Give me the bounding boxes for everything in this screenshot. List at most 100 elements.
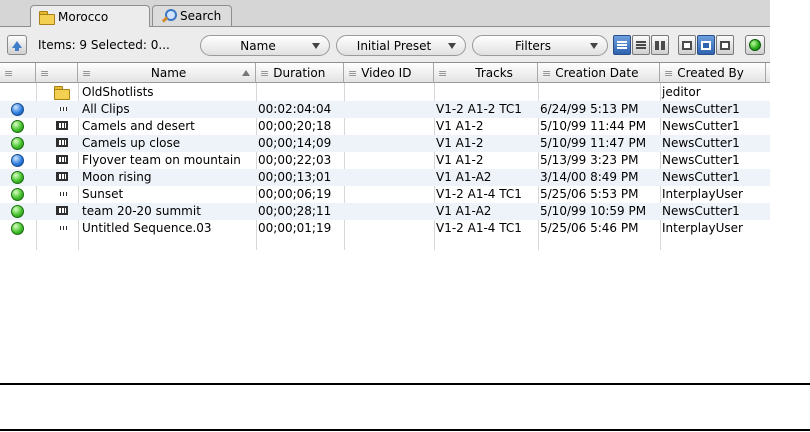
bin-panel: Morocco Search Items: 9 Selected: 0... N…: [0, 0, 770, 250]
cell-name: All Clips: [82, 102, 130, 116]
cell-duration: 00;00;06;19: [258, 187, 332, 201]
tab-bar: Morocco Search: [0, 0, 770, 27]
list-view-button[interactable]: [613, 35, 631, 55]
column-menu-icon: ≡: [82, 66, 92, 80]
column-header-tracks[interactable]: ≡ Tracks: [434, 63, 538, 83]
items-status: Items: 9 Selected: 0...: [38, 38, 170, 52]
chevron-down-icon: [312, 43, 320, 49]
green-status-icon: [11, 188, 24, 201]
tab-label: Morocco: [58, 9, 109, 24]
tab-search[interactable]: Search: [152, 5, 232, 26]
filters-dropdown-label: Filters: [515, 38, 551, 53]
column-header-created-by[interactable]: ≡ Created By: [660, 63, 766, 83]
clip-icon: [56, 121, 68, 130]
cell-creation-date: 3/14/00 8:49 PM: [540, 170, 639, 184]
column-header-creation-date[interactable]: ≡ Creation Date: [538, 63, 660, 83]
column-menu-icon: ≡: [542, 66, 552, 80]
cell-creation-date: 5/10/99 11:47 PM: [540, 136, 647, 150]
cell-name: Sunset: [82, 187, 124, 201]
frame-medium-icon: [701, 40, 711, 50]
cell-video-id: [344, 84, 434, 101]
cell-duration: 00;00;28;11: [258, 204, 332, 218]
cell-tracks: V1 A1-2: [436, 119, 484, 133]
table-row[interactable]: Flyover team on mountain 00;00;22;03 V1 A1…: [0, 152, 770, 169]
cell-creation-date: 5/13/99 3:23 PM: [540, 153, 639, 167]
search-icon: [161, 9, 177, 23]
compact-list-view-button[interactable]: [632, 35, 650, 55]
cell-created-by: NewsCutter1: [662, 204, 740, 218]
cell-duration: 00;00;20;18: [258, 119, 332, 133]
column-header-status[interactable]: ≡: [0, 63, 36, 83]
table-row[interactable]: Sunset 00;00;06;19 V1-2 A1-4 TC1 5/25/06 5:…: [0, 186, 770, 203]
frame-large-button[interactable]: [716, 35, 734, 55]
table-row[interactable]: Moon rising 00;00;13;01 V1 A1-A2 3/14/00 8:…: [0, 169, 770, 186]
table-row[interactable]: OldShotlists jeditor: [0, 84, 770, 101]
frame-medium-button[interactable]: [697, 35, 715, 55]
cell-created-by: NewsCutter1: [662, 119, 740, 133]
folder-icon: [39, 10, 55, 25]
table-row[interactable]: Camels and desert 00;00;20;18 V1 A1-2 5/10/…: [0, 118, 770, 135]
preset-dropdown[interactable]: Initial Preset: [336, 35, 466, 56]
cell-creation-date: 5/25/06 5:46 PM: [540, 221, 639, 235]
column-label: Creation Date: [555, 66, 639, 80]
list-view-icon: [617, 41, 627, 49]
cell-video-id: [344, 135, 434, 152]
table-row[interactable]: Untitled Sequence.03 00;00;01;19 V1-2 A1-4…: [0, 220, 770, 237]
green-status-icon: [749, 39, 761, 51]
thumbnail-view-button[interactable]: [651, 35, 669, 55]
cell-created-by: NewsCutter1: [662, 102, 740, 116]
column-menu-icon: ≡: [664, 66, 674, 80]
cell-duration: 00;00;01;19: [258, 221, 332, 235]
table-row[interactable]: All Clips 00:02:04:04 V1-2 A1-2 TC1 6/24/99…: [0, 101, 770, 118]
cell-video-id: [344, 220, 434, 237]
cell-video-id: [344, 186, 434, 203]
column-header-type[interactable]: ≡: [36, 63, 78, 83]
cell-created-by: InterplayUser: [662, 187, 743, 201]
compact-list-icon: [636, 41, 646, 49]
cell-name: OldShotlists: [82, 85, 154, 99]
green-status-icon: [11, 205, 24, 218]
cell-name: Camels and desert: [82, 119, 195, 133]
toolbar: Items: 9 Selected: 0... Name Initial Pre…: [0, 26, 770, 62]
clip-icon: [56, 206, 68, 215]
folder-icon: [54, 86, 70, 100]
table-header: ≡ ≡ ≡ Name ≡ Duration ≡ Video ID ≡ Track…: [0, 63, 770, 83]
column-header-video-id[interactable]: ≡ Video ID: [344, 63, 434, 83]
cell-duration: 00:02:04:04: [258, 102, 332, 116]
sort-dropdown-label: Name: [240, 38, 276, 53]
cell-duration: 00;00;22;03: [258, 153, 332, 167]
column-menu-icon: ≡: [40, 66, 50, 80]
cell-name: Flyover team on mountain: [82, 153, 241, 167]
cell-duration: [256, 84, 344, 101]
cell-video-id: [344, 152, 434, 169]
tab-morocco[interactable]: Morocco: [30, 5, 150, 27]
column-header-duration[interactable]: ≡ Duration: [256, 63, 344, 83]
table-row[interactable]: Camels up close 00;00;14;09 V1 A1-2 5/10/99…: [0, 135, 770, 152]
clip-icon: [56, 172, 68, 181]
filters-dropdown[interactable]: Filters: [472, 35, 608, 56]
cell-creation-date: 5/10/99 10:59 PM: [540, 204, 647, 218]
assets-table: ≡ ≡ ≡ Name ≡ Duration ≡ Video ID ≡ Track…: [0, 62, 770, 250]
green-status-icon: [11, 171, 24, 184]
clip-icon: [56, 138, 68, 147]
cell-duration: 00;00;13;01: [258, 170, 332, 184]
column-menu-icon: ≡: [4, 66, 14, 80]
cell-tracks: V1-2 A1-4 TC1: [436, 187, 522, 201]
table-row[interactable]: team 20-20 summit 00;00;28;11 V1 A1-A2 5/10…: [0, 203, 770, 220]
cell-video-id: [344, 101, 434, 118]
column-menu-icon: ≡: [438, 66, 448, 80]
up-level-button[interactable]: [7, 35, 27, 55]
cell-name: Camels up close: [82, 136, 181, 150]
frame-small-button[interactable]: [678, 35, 696, 55]
status-button[interactable]: [745, 35, 765, 55]
column-header-name[interactable]: ≡ Name: [78, 63, 256, 83]
horizontal-rule: [0, 429, 810, 431]
sort-dropdown[interactable]: Name: [200, 35, 330, 56]
column-menu-icon: ≡: [348, 66, 358, 80]
cell-created-by: NewsCutter1: [662, 136, 740, 150]
cell-duration: 00;00;14;09: [258, 136, 332, 150]
up-arrow-icon: [12, 40, 22, 51]
cell-created-by: NewsCutter1: [662, 170, 740, 184]
column-label: Created By: [677, 66, 744, 80]
cell-creation-date: 6/24/99 5:13 PM: [540, 102, 639, 116]
